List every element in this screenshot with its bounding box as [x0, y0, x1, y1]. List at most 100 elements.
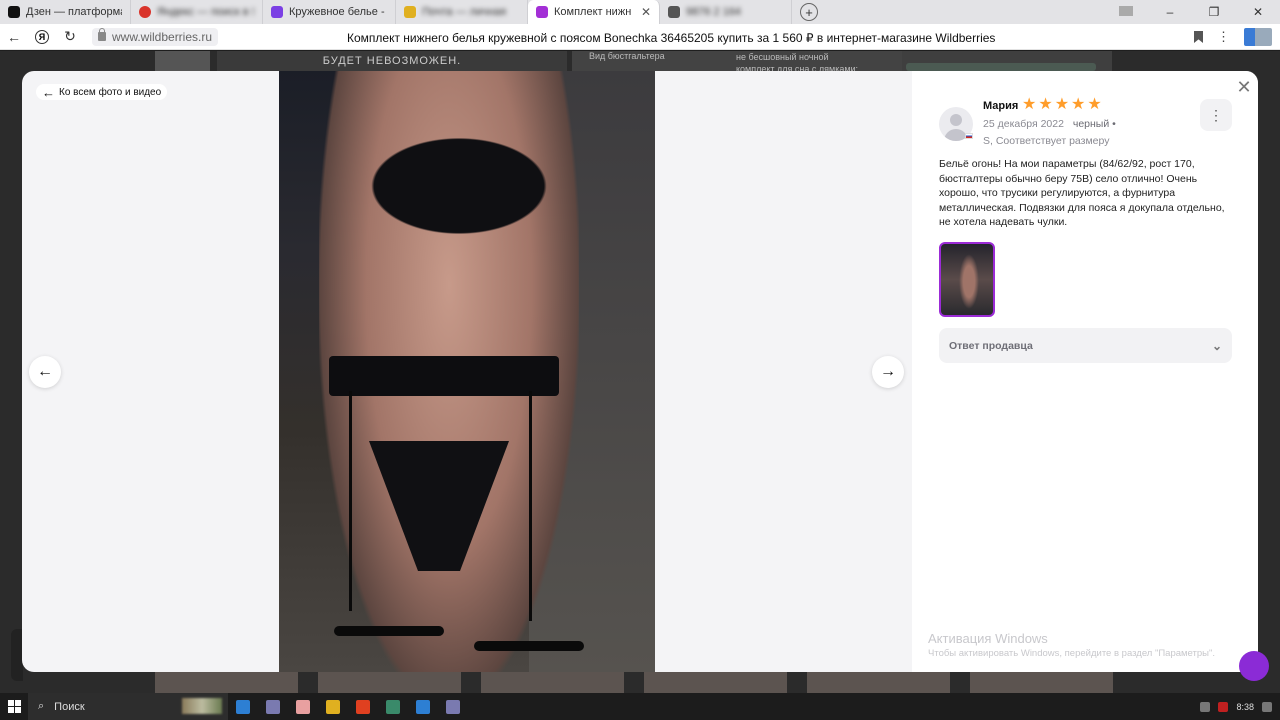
- back-icon[interactable]: ←: [0, 29, 28, 45]
- minimize-icon[interactable]: –: [1148, 5, 1192, 19]
- background-gallery-thumb: [155, 672, 298, 693]
- taskbar-app-icon[interactable]: [318, 693, 348, 720]
- chevron-down-icon: ⌄: [1211, 338, 1222, 353]
- review-size-fit: S, Соответствует размеру: [983, 135, 1110, 147]
- russia-flag-icon: [965, 133, 973, 139]
- star-icon: ★: [1038, 96, 1053, 113]
- tab-strip: Дзен — платформа для п Яндекс — поиск в …: [0, 0, 1280, 24]
- taskbar: ⌕ Поиск: [0, 693, 1280, 720]
- review-more-button[interactable]: ⋮: [1200, 99, 1232, 131]
- tab-blurred-2[interactable]: Почта — личная: [396, 0, 528, 24]
- star-icon: ★: [1071, 96, 1086, 113]
- review-text: Бельё огонь! На мои параметры (84/62/92,…: [939, 158, 1225, 229]
- tray-icon[interactable]: [1218, 701, 1229, 712]
- yandex-icon: [139, 6, 151, 18]
- star-icon: ★: [1054, 96, 1070, 113]
- background-gallery-thumb: [318, 672, 461, 693]
- taskbar-app-icon[interactable]: [258, 693, 288, 720]
- arrow-left-icon: ←: [37, 363, 53, 380]
- close-icon[interactable]: ✕: [1234, 77, 1254, 97]
- seller-answer-toggle[interactable]: Ответ продавца ⌄: [939, 328, 1232, 363]
- tab-lace-lingerie[interactable]: Кружевное белье - Анон: [263, 0, 396, 24]
- review-photo-modal: ← Ко всем фото и видео ← → ✕ Мария ★ ★ ★…: [22, 71, 1258, 672]
- tab-wildberries[interactable]: Комплект нижнего бел ✕: [528, 0, 660, 24]
- tab-dzen[interactable]: Дзен — платформа для п: [0, 0, 131, 24]
- bookmark-icon[interactable]: [1194, 31, 1203, 43]
- arrow-left-icon: ←: [42, 84, 55, 100]
- next-photo-button[interactable]: →: [872, 356, 904, 388]
- address-bar-actions: ⋮: [1194, 24, 1280, 50]
- review-panel: ✕ Мария ★ ★ ★ ★ ★ 25 декабря 2022 черный…: [912, 71, 1258, 672]
- url-field[interactable]: www.wildberries.ru: [92, 27, 219, 46]
- taskbar-search[interactable]: ⌕ Поиск: [28, 693, 228, 720]
- system-tray: 8:38: [1140, 693, 1280, 720]
- page-title: Комплект нижнего белья кружевной с поясо…: [347, 31, 996, 45]
- back-link-label: Ко всем фото и видео: [59, 86, 162, 98]
- clock[interactable]: 8:38: [1236, 702, 1254, 712]
- review-photo: [279, 71, 655, 672]
- lock-icon: [98, 28, 106, 41]
- seller-answer-label: Ответ продавца: [949, 339, 1033, 352]
- search-label: Поиск: [54, 700, 85, 713]
- reload-icon[interactable]: ↻: [56, 28, 84, 45]
- background-thumbnail: [155, 51, 210, 71]
- arrow-right-icon: →: [880, 363, 896, 380]
- site-icon: [668, 6, 680, 18]
- taskbar-app-icon[interactable]: [228, 693, 258, 720]
- review-meta: 25 декабря 2022 черный •: [983, 118, 1116, 130]
- background-gallery-thumb: [970, 672, 1113, 693]
- tab-label: Кружевное белье - Анон: [289, 6, 387, 18]
- background-gallery-thumb: [644, 672, 787, 693]
- tab-label: 9876 2 164: [686, 6, 742, 18]
- yandex-logo-icon[interactable]: Я: [35, 29, 49, 44]
- prev-photo-button[interactable]: ←: [29, 356, 61, 388]
- windows-start-button[interactable]: [0, 693, 28, 720]
- taskbar-app-icon[interactable]: [408, 693, 438, 720]
- wildberries-icon: [536, 6, 548, 18]
- review-color: черный •: [1072, 118, 1116, 130]
- spec-value-line1: не бесшовный ночной: [736, 52, 829, 62]
- notification-icon[interactable]: [1262, 701, 1272, 712]
- taskbar-app-icon[interactable]: [378, 693, 408, 720]
- tab-label: Дзен — платформа для п: [26, 6, 122, 18]
- more-vertical-icon: ⋮: [1209, 106, 1223, 123]
- taskbar-app-icon[interactable]: [288, 693, 318, 720]
- background-price-block: [902, 51, 1112, 71]
- tab-label: Почта — личная: [422, 6, 507, 18]
- menu-dots-icon[interactable]: ⋮: [1217, 29, 1230, 45]
- windows-logo-icon: [7, 700, 21, 713]
- tray-icon[interactable]: [1200, 701, 1211, 712]
- windows-activation-title: Активация Windows: [928, 631, 1048, 646]
- star-icon: ★: [1022, 96, 1037, 113]
- close-tab-icon[interactable]: ✕: [641, 5, 651, 19]
- mail-icon: [404, 6, 416, 18]
- taskbar-app-icon[interactable]: [348, 693, 378, 720]
- window-controls: – ❐ ✕: [1104, 0, 1280, 24]
- rating-stars: ★ ★ ★ ★ ★: [1022, 97, 1102, 113]
- new-tab-button[interactable]: +: [800, 3, 818, 21]
- back-to-all-media-link[interactable]: ← Ко всем фото и видео: [36, 84, 168, 100]
- reviewer-name: Мария: [983, 100, 1019, 112]
- review-photo-thumbnail[interactable]: [939, 242, 995, 317]
- taskbar-app-icon[interactable]: [438, 693, 468, 720]
- star-icon: ★: [1087, 96, 1102, 113]
- windows-activation-subtitle: Чтобы активировать Windows, перейдите в …: [928, 648, 1215, 659]
- background-banner: БУДЕТ НЕВОЗМОЖЕН.: [217, 51, 567, 71]
- background-gallery-thumb: [481, 672, 624, 693]
- background-specs: Вид бюстгальтера не бесшовный ночной ком…: [572, 51, 902, 74]
- lace-site-icon: [271, 6, 283, 18]
- dzen-icon: [8, 6, 20, 18]
- maximize-icon[interactable]: ❐: [1192, 5, 1236, 19]
- search-icon: ⌕: [38, 700, 45, 712]
- search-highlight-image: [182, 698, 222, 714]
- tab-blurred-1[interactable]: Яндекс — поиск в Яндекс: [131, 0, 263, 24]
- background-gallery-thumb: [807, 672, 950, 693]
- tab-list-icon[interactable]: [1104, 5, 1148, 19]
- tab-label: Яндекс — поиск в Яндекс: [157, 6, 254, 18]
- tab-blurred-3[interactable]: 9876 2 164: [660, 0, 792, 24]
- extension-icon[interactable]: [1244, 28, 1272, 46]
- tab-label: Комплект нижнего бел: [554, 6, 631, 18]
- close-window-icon[interactable]: ✕: [1236, 5, 1280, 19]
- review-date: 25 декабря 2022: [983, 118, 1064, 130]
- chat-button[interactable]: [1239, 651, 1269, 681]
